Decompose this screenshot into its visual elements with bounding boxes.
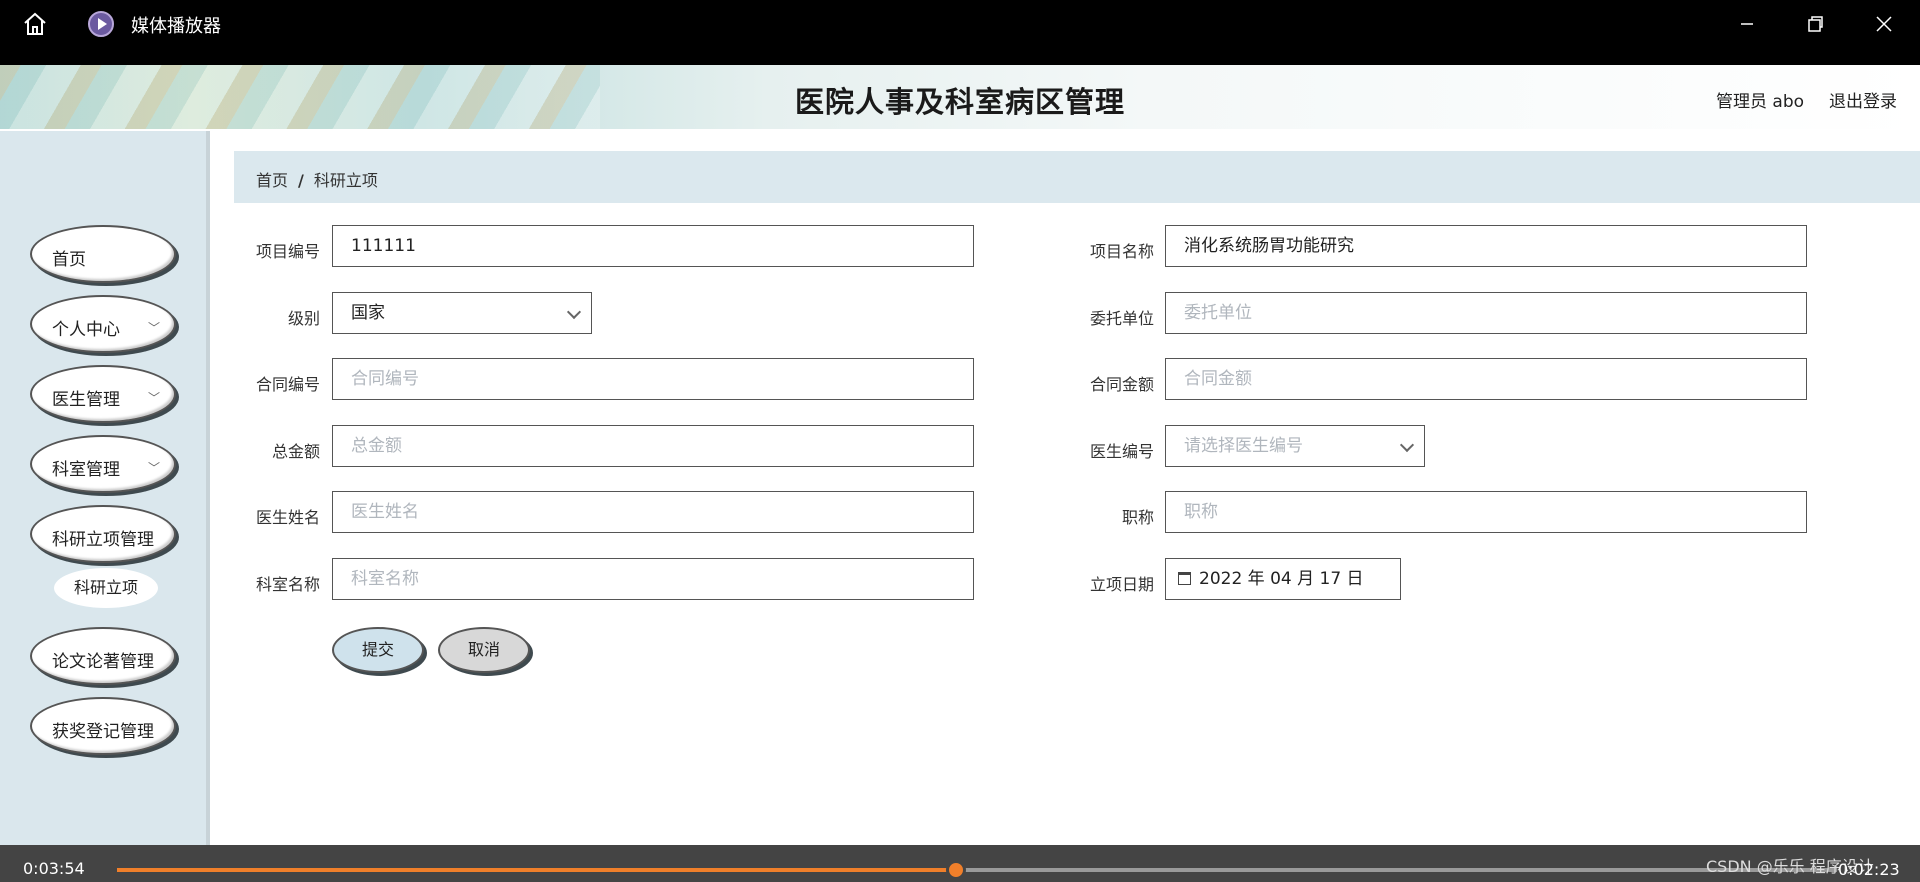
date-value: 2022 年 04 月 17 日 (1199, 569, 1364, 589)
level-select[interactable]: 国家 (332, 292, 592, 334)
chevron-down-icon: ﹀ (148, 321, 161, 335)
title-input[interactable]: 职称 (1165, 491, 1807, 533)
chevron-down-icon (566, 304, 582, 320)
submit-button[interactable]: 提交 (332, 627, 424, 673)
project-no-input[interactable]: 111111 (332, 225, 974, 267)
sidebar-item-awards-management[interactable]: 获奖登记管理 (30, 697, 176, 755)
contract-amount-input[interactable]: 合同金额 (1165, 358, 1807, 400)
doctor-no-select[interactable]: 请选择医生编号 (1165, 425, 1425, 467)
contract-no-label: 合同编号 (255, 375, 320, 394)
time-remaining: 0:02:23 (1838, 860, 1900, 879)
sidebar-item-label: 科室管理 (52, 460, 120, 480)
sidebar-subitem-research-project[interactable]: 科研立项 (54, 568, 158, 608)
sidebar-item-label: 首页 (52, 250, 86, 270)
sidebar-item-label: 论文论著管理 (52, 652, 154, 672)
breadcrumb: 首页 / 科研立项 (256, 167, 378, 191)
sidebar-item-research-management[interactable]: 科研立项管理 (30, 505, 176, 563)
contract-amount-label: 合同金额 (1089, 375, 1154, 394)
sidebar-item-papers-management[interactable]: 论文论著管理 (30, 627, 176, 685)
breadcrumb-separator: / (298, 171, 304, 190)
site-title: 医院人事及科室病区管理 (794, 85, 1125, 119)
level-label: 级别 (287, 309, 320, 328)
seek-bar-thumb[interactable] (946, 860, 967, 880)
minimize-button[interactable] (1733, 10, 1761, 38)
sidebar-item-label: 个人中心 (52, 320, 120, 340)
maximize-button[interactable] (1801, 10, 1829, 38)
project-no-label: 项目编号 (255, 242, 320, 261)
breadcrumb-home[interactable]: 首页 (256, 171, 288, 190)
video-frame: 医院人事及科室病区管理 管理员 abo 退出登录 首页 个人中心 ﹀ 医生管理 … (0, 65, 1920, 845)
chevron-down-icon: ﹀ (148, 391, 161, 405)
chevron-down-icon (1399, 437, 1415, 453)
doctor-name-input[interactable]: 医生姓名 (332, 491, 974, 533)
contract-no-input[interactable]: 合同编号 (332, 358, 974, 400)
time-elapsed: 0:03:54 (23, 859, 85, 878)
sidebar-item-label: 科研立项管理 (52, 530, 154, 550)
client-input[interactable]: 委托单位 (1165, 292, 1807, 334)
calendar-icon (1178, 572, 1191, 585)
date-picker[interactable]: 2022 年 04 月 17 日 (1165, 558, 1401, 600)
doctor-no-placeholder: 请选择医生编号 (1184, 436, 1303, 456)
date-label: 立项日期 (1089, 575, 1154, 594)
chevron-down-icon: ﹀ (148, 461, 161, 475)
doctor-name-label: 医生姓名 (255, 508, 320, 527)
total-amount-input[interactable]: 总金额 (332, 425, 974, 467)
user-label: 管理员 abo (1716, 92, 1805, 112)
player-titlebar: 媒体播放器 (0, 0, 1920, 48)
level-value: 国家 (351, 303, 385, 323)
close-button[interactable] (1870, 10, 1898, 38)
sidebar-item-personal-center[interactable]: 个人中心 ﹀ (30, 295, 176, 353)
sidebar-item-label: 医生管理 (52, 390, 120, 410)
sidebar-item-doctor-management[interactable]: 医生管理 ﹀ (30, 365, 176, 423)
total-amount-label: 总金额 (271, 442, 320, 461)
home-icon[interactable] (22, 12, 48, 36)
site-header: 医院人事及科室病区管理 管理员 abo 退出登录 (0, 65, 1920, 129)
app-title: 媒体播放器 (131, 16, 221, 37)
main-content: 首页 / 科研立项 项目编号 111111 项目名称 消化系统肠胃功能研究 级别 国… (214, 131, 1920, 845)
project-name-label: 项目名称 (1089, 242, 1154, 261)
sidebar: 首页 个人中心 ﹀ 医生管理 ﹀ 科室管理 ﹀ 科研立项管理 科研立项 论文论著… (0, 131, 210, 845)
dept-name-input[interactable]: 科室名称 (332, 558, 974, 600)
title-label: 职称 (1121, 508, 1154, 527)
dept-name-label: 科室名称 (255, 575, 320, 594)
player-controls: 0:03:54 CSDN @乐乐 程序设计 0:02:23 (0, 845, 1920, 882)
cancel-button[interactable]: 取消 (438, 627, 530, 673)
sidebar-item-label: 获奖登记管理 (52, 722, 154, 742)
sidebar-item-home[interactable]: 首页 (30, 225, 176, 283)
breadcrumb-bar: 首页 / 科研立项 (234, 151, 1920, 203)
breadcrumb-current: 科研立项 (313, 171, 378, 190)
sidebar-item-department-management[interactable]: 科室管理 ﹀ (30, 435, 176, 493)
seek-bar[interactable] (117, 860, 1837, 880)
project-name-input[interactable]: 消化系统肠胃功能研究 (1165, 225, 1807, 267)
seek-bar-progress (117, 868, 957, 872)
media-player-icon (88, 11, 114, 37)
client-label: 委托单位 (1089, 309, 1154, 328)
logout-link[interactable]: 退出登录 (1829, 87, 1897, 112)
doctor-no-label: 医生编号 (1089, 442, 1154, 461)
